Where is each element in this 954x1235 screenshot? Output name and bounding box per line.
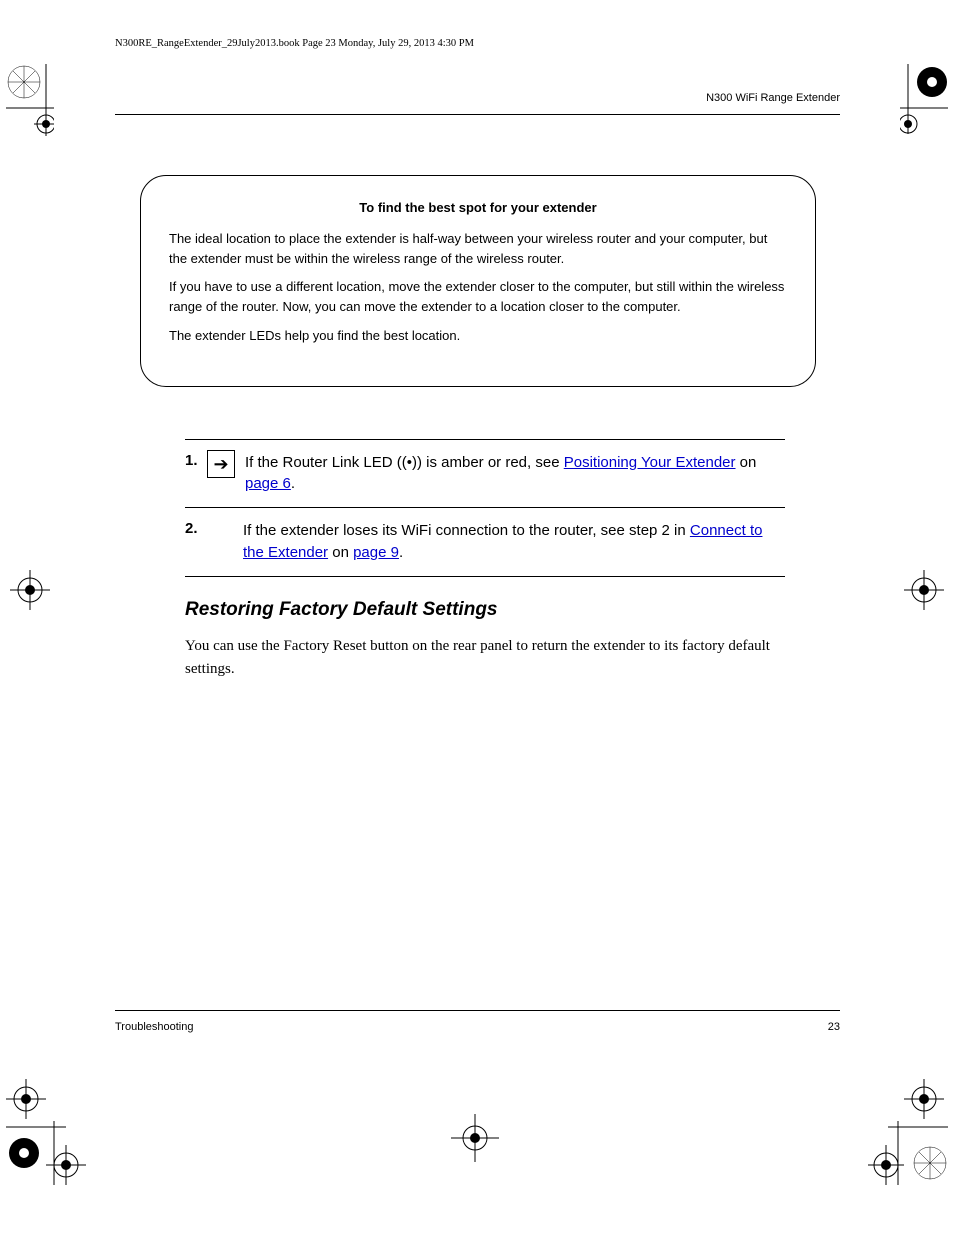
step-list: 1. ➔ If the Router Link LED ((•)) is amb… xyxy=(185,439,840,577)
step-text: If the Router Link LED ((•)) is amber or… xyxy=(245,452,785,496)
step-text-fragment: is amber or red, see xyxy=(422,454,564,471)
running-head: N300 WiFi Range Extender xyxy=(115,92,840,114)
xref-link[interactable]: Positioning Your Extender xyxy=(564,454,736,471)
footer-page-number: 23 xyxy=(828,1021,840,1033)
crop-mark-icon xyxy=(6,1075,86,1195)
crop-mark-icon xyxy=(6,64,54,184)
xref-page-link[interactable]: page 9 xyxy=(353,544,399,561)
page-footer: Troubleshooting 23 xyxy=(115,1010,840,1033)
tip-box-title: To find the best spot for your extender xyxy=(169,200,787,215)
section-heading: Restoring Factory Default Settings xyxy=(185,599,840,621)
step-text-fragment: If the Router Link LED xyxy=(245,454,397,471)
xref-page-link[interactable]: page 6 xyxy=(245,475,291,492)
page-content: N300 WiFi Range Extender To find the bes… xyxy=(115,92,840,681)
step-text: If the extender loses its WiFi connectio… xyxy=(243,520,785,564)
crop-mark-icon xyxy=(445,1108,505,1168)
led-symbol: ((•)) xyxy=(397,454,422,471)
tip-paragraph: The extender LEDs help you find the best… xyxy=(169,326,787,346)
step-item: 1. ➔ If the Router Link LED ((•)) is amb… xyxy=(185,440,785,508)
crop-mark-icon xyxy=(6,560,54,620)
step-text-fragment: on xyxy=(736,454,757,471)
arrow-right-icon: ➔ xyxy=(207,450,235,478)
step-item: 2. If the extender loses its WiFi connec… xyxy=(185,508,785,576)
step-text-fragment: If the extender loses its WiFi connectio… xyxy=(243,522,690,539)
tip-paragraph: If you have to use a different location,… xyxy=(169,277,787,317)
step-number: 1. xyxy=(185,452,207,469)
framemaker-header: N300RE_RangeExtender_29July2013.book Pag… xyxy=(115,38,840,49)
step-text-fragment: . xyxy=(291,475,295,492)
crop-mark-icon xyxy=(900,64,948,184)
step-text-fragment: . xyxy=(399,544,403,561)
step-text-fragment: on xyxy=(328,544,353,561)
rule-bottom xyxy=(115,1010,840,1011)
body-paragraph: You can use the Factory Reset button on … xyxy=(185,635,780,682)
step-number: 2. xyxy=(185,520,207,537)
crop-mark-icon xyxy=(900,560,948,620)
step-separator xyxy=(185,576,785,577)
tip-box-body: The ideal location to place the extender… xyxy=(169,229,787,346)
footer-section: Troubleshooting xyxy=(115,1021,193,1033)
tip-box: To find the best spot for your extender … xyxy=(140,175,816,387)
tip-paragraph: The ideal location to place the extender… xyxy=(169,229,787,269)
crop-mark-icon xyxy=(868,1075,948,1195)
rule-top xyxy=(115,114,840,115)
